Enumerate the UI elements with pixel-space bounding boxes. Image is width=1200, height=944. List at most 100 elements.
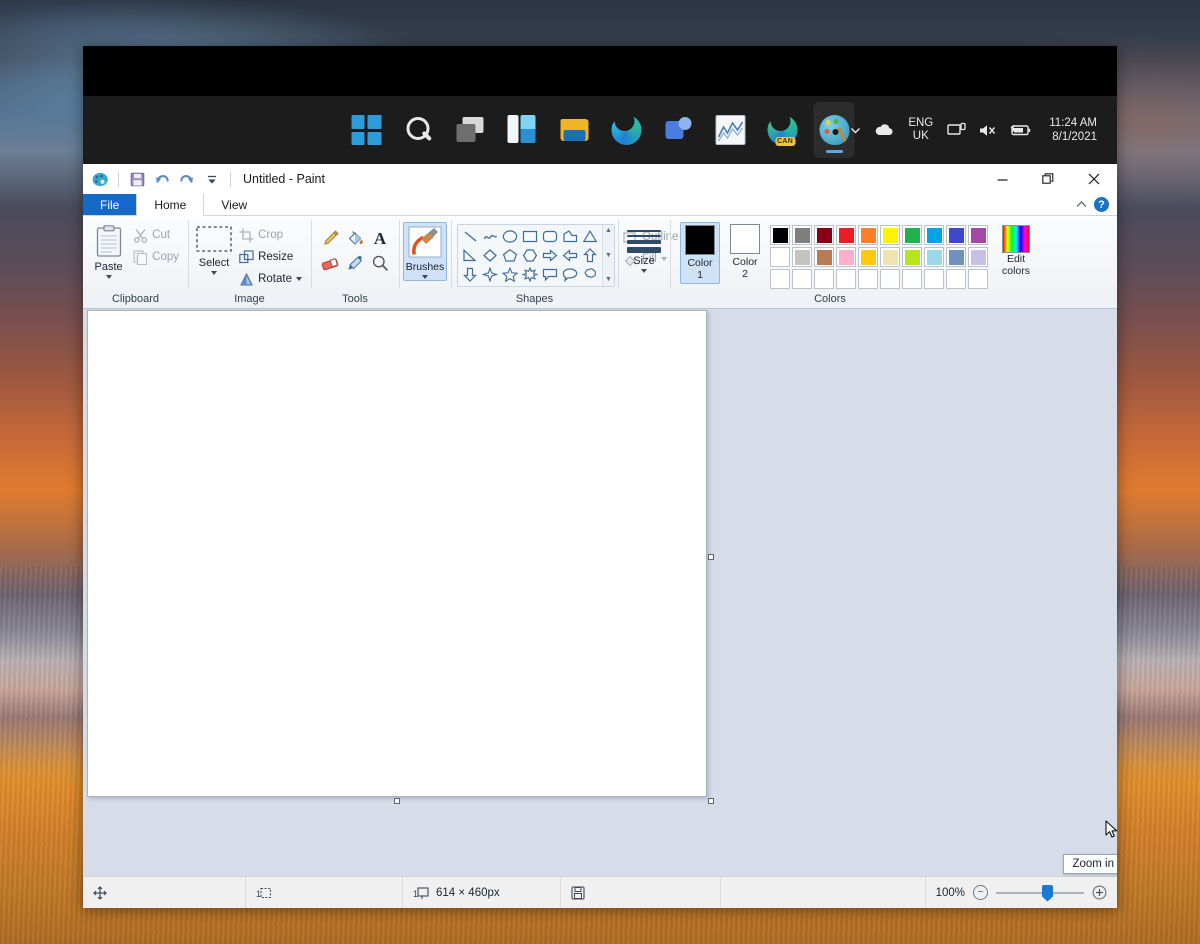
color-swatch-r2-c9[interactable] [946, 247, 966, 267]
restore-button[interactable] [1025, 164, 1071, 194]
color-1-button[interactable]: Color 1 [680, 222, 720, 284]
save-button[interactable] [126, 168, 148, 190]
taskbar-item-microsoft-teams[interactable] [658, 102, 699, 158]
rotate-dropdown-caret[interactable] [296, 277, 302, 281]
tool-text[interactable]: A [368, 226, 392, 250]
shape-oval-callout[interactable] [560, 265, 580, 284]
taskbar-item-widgets[interactable] [502, 102, 543, 158]
tool-fill-bucket[interactable] [343, 226, 367, 250]
edit-colors-button[interactable]: Edit colors [994, 222, 1038, 277]
volume-muted-icon[interactable] [972, 107, 1003, 153]
color-swatch-r3-c8[interactable] [924, 269, 944, 289]
select-dropdown-caret[interactable] [211, 271, 217, 275]
color-swatch-r1-c5[interactable] [858, 225, 878, 245]
close-button[interactable] [1071, 164, 1117, 194]
taskbar-item-start[interactable] [346, 102, 387, 158]
color-swatch-r1-c3[interactable] [814, 225, 834, 245]
color-swatch-r3-c4[interactable] [836, 269, 856, 289]
shape-curve[interactable] [480, 227, 500, 246]
shape-hexagon[interactable] [520, 246, 540, 265]
taskbar-item-edge-canary[interactable]: CAN [762, 102, 803, 158]
shape-diamond[interactable] [480, 246, 500, 265]
color-swatch-r3-c10[interactable] [968, 269, 988, 289]
taskbar-item-task-view[interactable] [450, 102, 491, 158]
network-icon[interactable] [941, 107, 972, 153]
undo-button[interactable] [151, 168, 173, 190]
shape-polygon[interactable] [560, 227, 580, 246]
shape-five-point-star[interactable] [500, 265, 520, 284]
shape-rectangular-callout[interactable] [540, 265, 560, 284]
shape-down-arrow[interactable] [460, 265, 480, 284]
tool-color-picker[interactable] [343, 251, 367, 275]
color-swatch-r3-c5[interactable] [858, 269, 878, 289]
canvas-handle-right[interactable] [708, 554, 714, 560]
zoom-slider[interactable] [996, 886, 1084, 900]
help-button[interactable]: ? [1094, 197, 1109, 212]
color-swatch-r2-c1[interactable] [770, 247, 790, 267]
shapes-scroll-down-icon[interactable]: ▼ [605, 252, 612, 260]
shapes-scrollbar[interactable]: ▲ ▼ ▼ [602, 225, 614, 286]
taskbar-item-microsoft-edge[interactable] [606, 102, 647, 158]
customize-quick-access-button[interactable] [201, 168, 223, 190]
brushes-button[interactable]: Brushes [403, 222, 447, 281]
shape-rectangle[interactable] [520, 227, 540, 246]
tab-view[interactable]: View [204, 194, 264, 215]
color-swatch-r1-c8[interactable] [924, 225, 944, 245]
color-swatch-r2-c10[interactable] [968, 247, 988, 267]
shapes-expand-icon[interactable]: ▼ [605, 276, 612, 284]
color-swatch-r2-c3[interactable] [814, 247, 834, 267]
shape-six-point-star[interactable] [520, 265, 540, 284]
color-swatch-r1-c4[interactable] [836, 225, 856, 245]
color-swatch-r1-c7[interactable] [902, 225, 922, 245]
color-swatch-r2-c8[interactable] [924, 247, 944, 267]
shapes-scroll-up-icon[interactable]: ▲ [605, 227, 612, 235]
color-swatch-r1-c10[interactable] [968, 225, 988, 245]
shape-right-arrow[interactable] [540, 246, 560, 265]
rotate-button[interactable]: Rotate [236, 268, 305, 290]
zoom-in-button[interactable] [1092, 885, 1107, 900]
color-swatch-r2-c5[interactable] [858, 247, 878, 267]
paste-dropdown-caret[interactable] [106, 275, 112, 279]
size-dropdown-caret[interactable] [641, 269, 647, 273]
shape-cloud-callout[interactable] [580, 265, 600, 284]
onedrive-icon[interactable] [868, 107, 900, 153]
color-swatch-r3-c3[interactable] [814, 269, 834, 289]
clock[interactable]: 11:24 AM 8/1/2021 [1037, 116, 1103, 144]
tool-pencil[interactable] [318, 226, 342, 250]
shape-up-arrow[interactable] [580, 246, 600, 265]
drawing-canvas[interactable] [87, 310, 707, 797]
battery-charging-icon[interactable] [1003, 107, 1037, 153]
color-swatch-r1-c9[interactable] [946, 225, 966, 245]
canvas-work-area[interactable] [83, 309, 1117, 876]
taskbar-item-charts-app[interactable] [710, 102, 751, 158]
color-swatch-r3-c1[interactable] [770, 269, 790, 289]
collapse-ribbon-button[interactable] [1075, 196, 1088, 214]
tool-eraser[interactable] [318, 251, 342, 275]
size-button[interactable]: Size [623, 222, 665, 273]
tool-magnifier[interactable] [368, 251, 392, 275]
color-swatch-r3-c7[interactable] [902, 269, 922, 289]
select-button[interactable]: Select [194, 222, 234, 275]
color-swatch-r2-c2[interactable] [792, 247, 812, 267]
tray-overflow-chevron[interactable] [843, 107, 868, 153]
color-swatch-r2-c4[interactable] [836, 247, 856, 267]
shape-triangle[interactable] [580, 227, 600, 246]
shape-four-point-star[interactable] [480, 265, 500, 284]
color-swatch-r2-c7[interactable] [902, 247, 922, 267]
shape-right-triangle[interactable] [460, 246, 480, 265]
minimize-button[interactable] [979, 164, 1025, 194]
resize-button[interactable]: Resize [236, 246, 305, 268]
taskbar-item-search[interactable] [398, 102, 439, 158]
taskbar-item-file-explorer[interactable] [554, 102, 595, 158]
color-swatch-r3-c6[interactable] [880, 269, 900, 289]
color-swatch-r2-c6[interactable] [880, 247, 900, 267]
copy-button[interactable]: Copy [130, 246, 182, 268]
color-swatch-r1-c1[interactable] [770, 225, 790, 245]
zoom-slider-thumb[interactable] [1042, 885, 1053, 902]
color-2-button[interactable]: Color 2 [725, 222, 765, 280]
shape-rounded-rectangle[interactable] [540, 227, 560, 246]
zoom-out-button[interactable]: − [973, 885, 988, 900]
brushes-dropdown-caret[interactable] [422, 275, 428, 279]
color-swatch-r3-c9[interactable] [946, 269, 966, 289]
tab-home[interactable]: Home [136, 194, 204, 216]
